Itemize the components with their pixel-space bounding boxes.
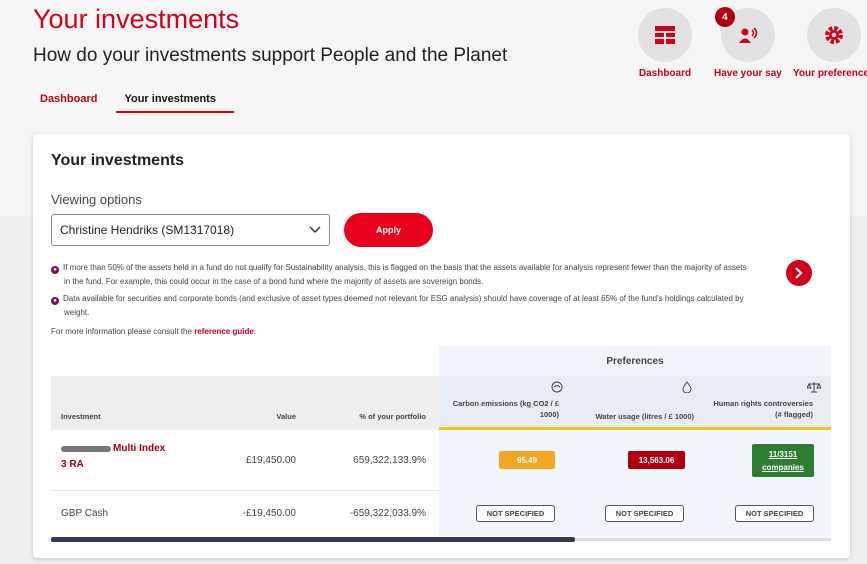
reference-guide-link[interactable]: reference guide — [194, 327, 254, 336]
info-dot-icon: ● — [51, 297, 59, 305]
row-pct: -659,322,033.9% — [349, 508, 426, 519]
quick-action-have-your-say[interactable]: 4 Have your say — [714, 7, 782, 79]
col-investment: Investment — [61, 412, 101, 421]
col-human-rights: Human rights controversies (# flagged) — [713, 399, 813, 419]
note1-line2: in the fund. For example, this could occ… — [64, 277, 484, 286]
table-scrollbar-thumb[interactable] — [51, 537, 575, 542]
row-pct: 659,322,133.9% — [353, 455, 426, 466]
carbon-icon — [551, 381, 563, 393]
quick-action-your-preferences-label: Your preferences — [793, 68, 867, 79]
tab-dashboard[interactable]: Dashboard — [40, 93, 107, 105]
investment-name-link[interactable]: Multi Index 3 RA — [61, 441, 171, 473]
page-title: Your investments — [33, 4, 240, 34]
info-dot-icon: ● — [51, 266, 59, 274]
viewing-options-label: Viewing options — [51, 192, 142, 207]
col-pct: % of your portfolio — [359, 412, 426, 421]
feedback-icon: 4 — [714, 7, 775, 62]
investments-table: Preferences Investment Value % of your p… — [51, 346, 831, 541]
more-info-text: For more information please consult the … — [51, 325, 831, 339]
note-data-coverage: ● Data available for securities and corpo… — [51, 292, 831, 320]
scales-icon — [807, 382, 821, 393]
human-rights-link[interactable]: 11/3151 companies — [752, 444, 814, 477]
card-title: Your investments — [51, 152, 185, 169]
quick-action-your-preferences[interactable]: Your preferences — [793, 8, 867, 79]
scroll-right-button[interactable] — [786, 260, 812, 286]
more-info-tail: . — [253, 327, 257, 336]
apply-button[interactable]: Apply — [344, 213, 433, 247]
quick-action-dashboard[interactable]: Dashboard — [638, 8, 692, 79]
water-drop-icon — [682, 381, 692, 393]
more-info-label: For more information please consult the — [51, 327, 192, 336]
row-divider — [51, 490, 439, 491]
note-majority-assets: ● If more than 50% of the assets held in … — [51, 261, 831, 289]
tab-your-investments[interactable]: Your investments — [116, 93, 234, 113]
note1-line1: If more than 50% of the assets held in a… — [63, 263, 747, 272]
account-select-value: Christine Hendriks (SM1317018) — [60, 223, 235, 237]
note2-line1: Data available for securities and corpor… — [63, 294, 744, 303]
note2-line2: weight. — [64, 308, 90, 317]
gear-icon — [806, 8, 861, 62]
water-not-specified: NOT SPECIFIED — [605, 505, 684, 522]
notification-badge: 4 — [714, 7, 735, 27]
water-value-badge: 13,563.06 — [628, 451, 685, 469]
col-value: Value — [276, 412, 296, 421]
quick-action-have-your-say-label: Have your say — [714, 68, 782, 79]
carbon-not-specified: NOT SPECIFIED — [476, 505, 555, 522]
col-carbon: Carbon emissions (kg CO2 / £ 1000) — [452, 399, 559, 419]
investments-card: Your investments Viewing options Christi… — [33, 134, 850, 558]
page-subtitle: How do your investments support People a… — [33, 45, 508, 66]
top-nav: Dashboard Your investments — [40, 93, 243, 113]
row-value: -£19,450.00 — [242, 508, 296, 519]
investment-name: GBP Cash — [61, 508, 109, 519]
carbon-value-badge: 95.49 — [499, 451, 555, 469]
quick-action-dashboard-label: Dashboard — [638, 68, 692, 79]
human-rights-not-specified: NOT SPECIFIED — [735, 505, 814, 522]
chevron-right-icon — [795, 267, 803, 279]
account-select[interactable]: Christine Hendriks (SM1317018) — [51, 214, 330, 246]
row-value: £19,450.00 — [245, 455, 296, 466]
chevron-down-icon — [309, 226, 321, 234]
col-water: Water usage (litres / £ 1000) — [595, 412, 694, 421]
preferences-header: Preferences — [606, 355, 664, 367]
dashboard-icon — [638, 8, 692, 62]
